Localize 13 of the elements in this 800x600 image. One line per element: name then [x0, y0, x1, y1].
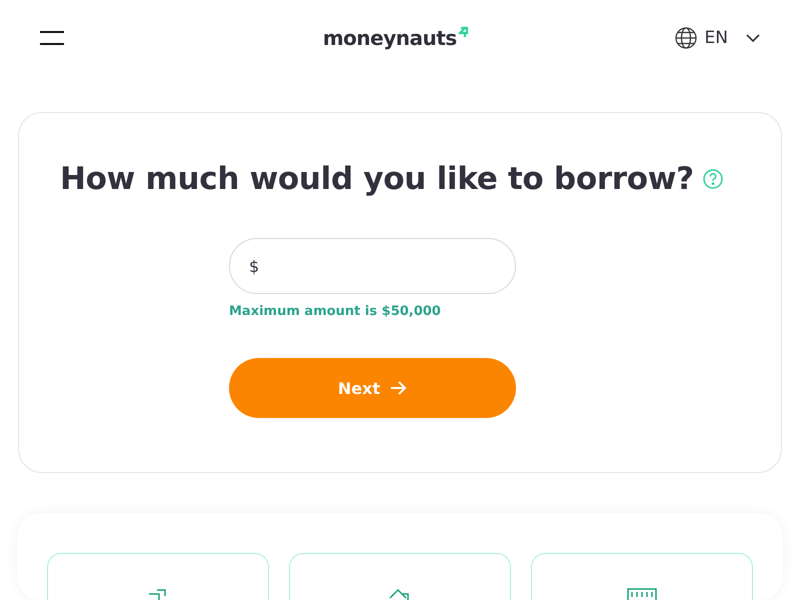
arrow-right-icon — [390, 381, 408, 396]
amount-field[interactable]: $ — [229, 238, 516, 294]
option-tile[interactable] — [47, 553, 269, 600]
menu-button[interactable] — [40, 30, 64, 45]
chevron-down-icon — [746, 34, 760, 42]
question-title: How much would you like to borrow? — [60, 161, 694, 198]
option-tile[interactable] — [289, 553, 511, 600]
language-selector[interactable]: EN — [674, 26, 760, 49]
help-icon[interactable] — [702, 169, 723, 190]
logo[interactable]: moneynauts — [322, 25, 470, 50]
globe-icon — [674, 26, 697, 49]
option-tile[interactable] — [531, 553, 753, 600]
amount-hint: Maximum amount is $50,000 — [229, 304, 442, 320]
